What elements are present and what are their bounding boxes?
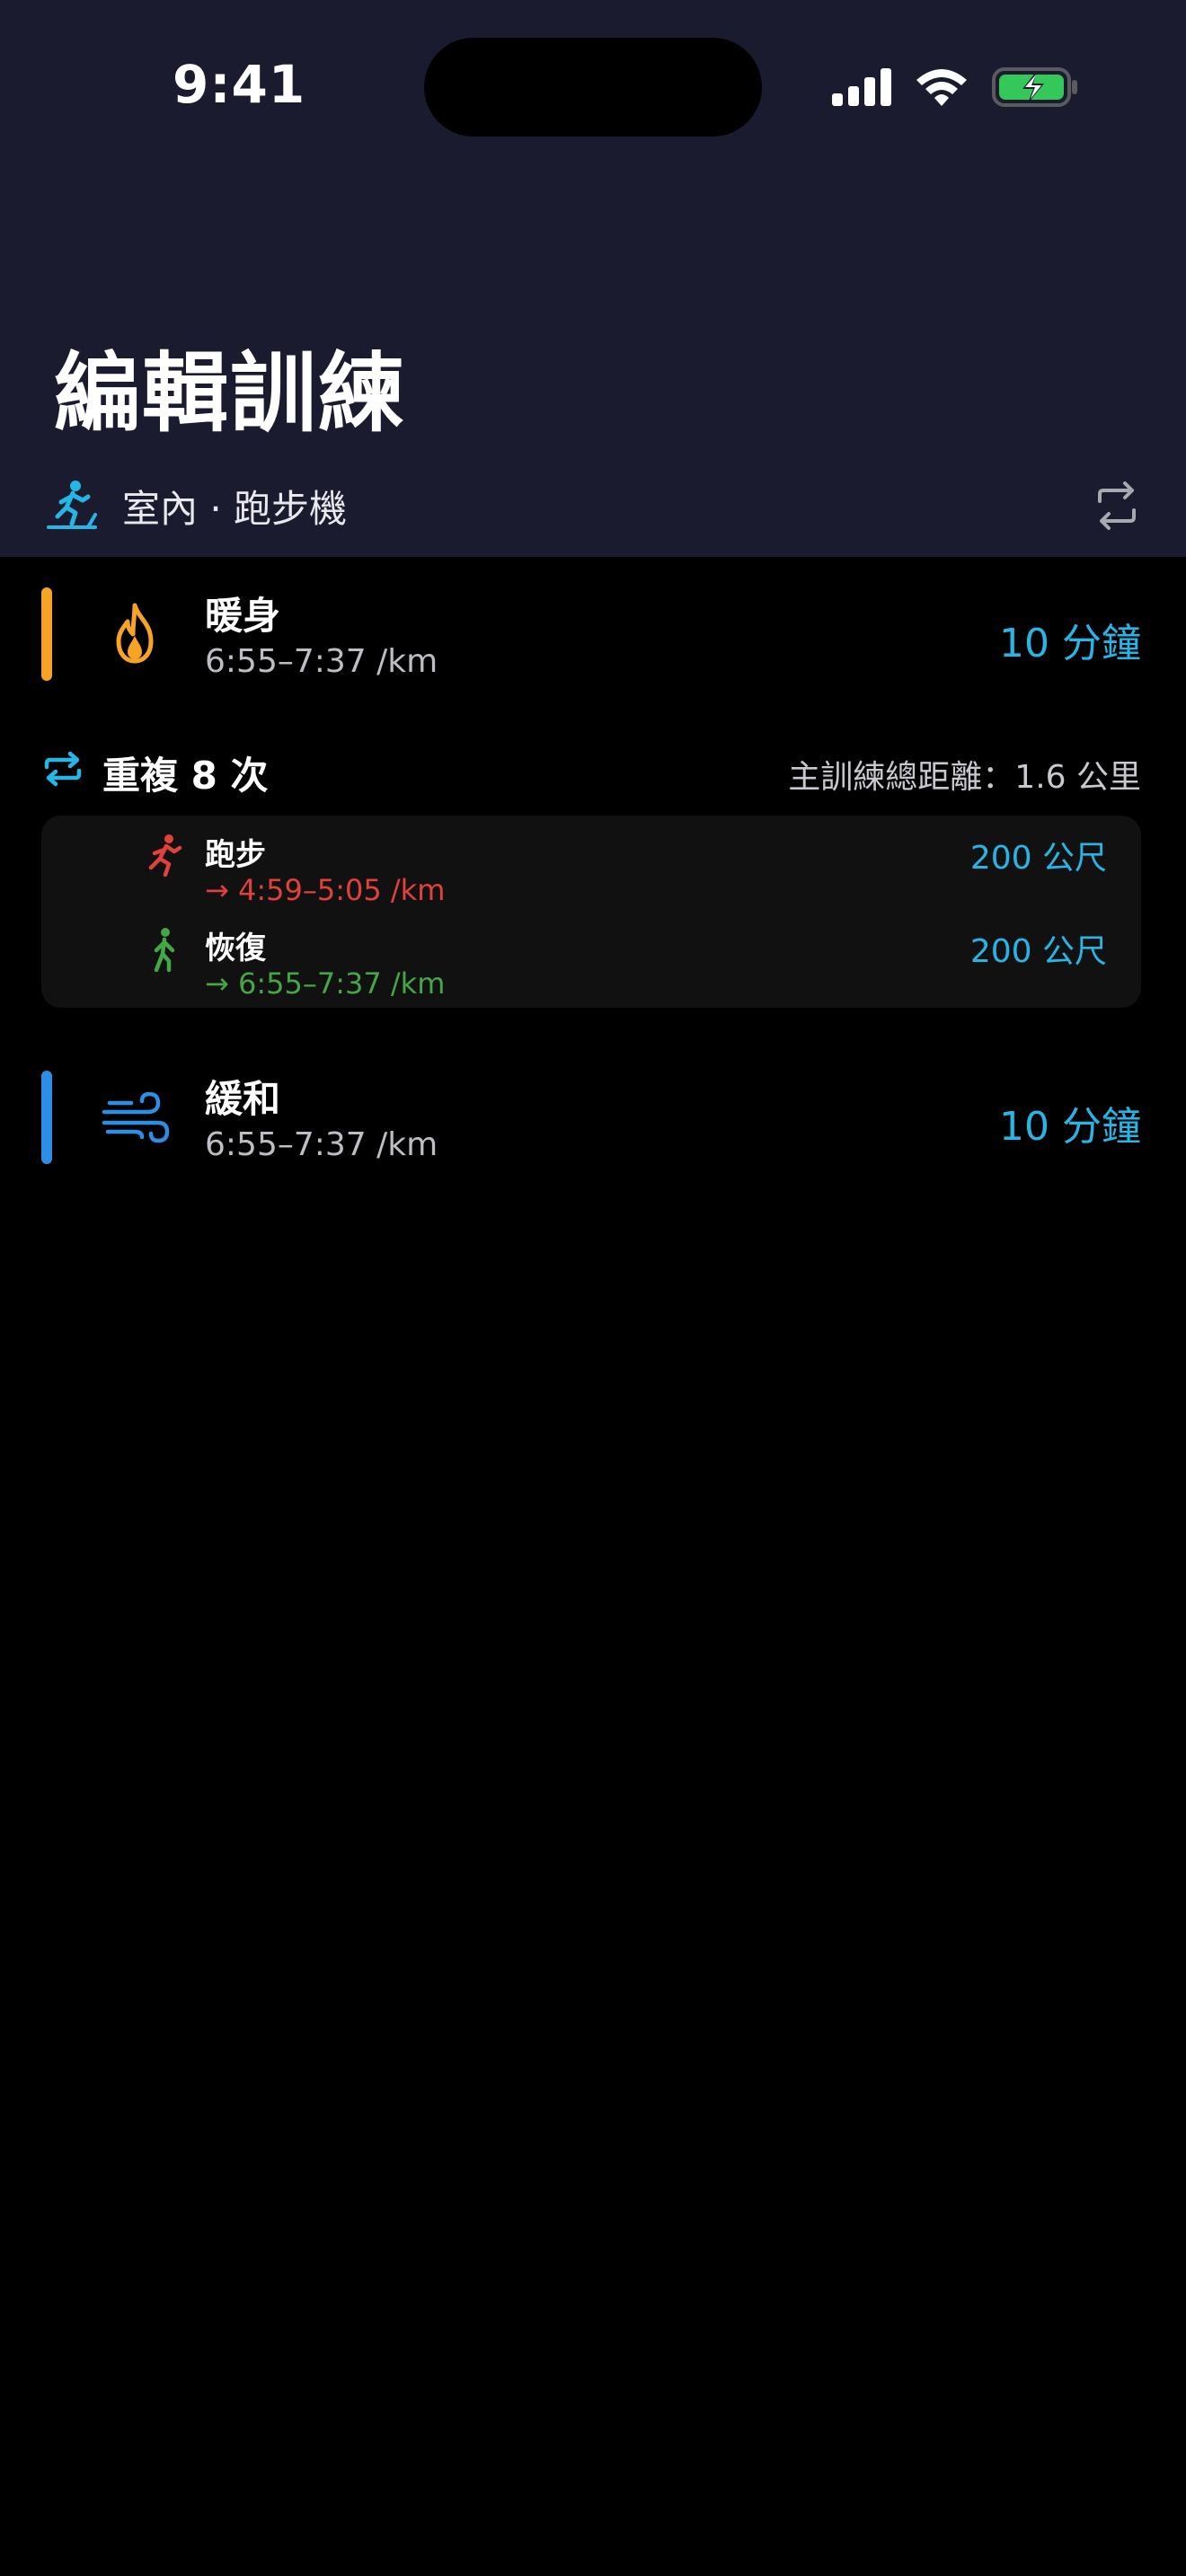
interval-recovery-name: 恢復 — [205, 931, 266, 966]
battery-charging-icon — [992, 67, 1077, 107]
cooldown-step[interactable]: 緩和 6:55–7:37 /km 10 分鐘 — [41, 1071, 1141, 1169]
cooldown-duration[interactable]: 10 分鐘 — [999, 1094, 1141, 1151]
flame-icon — [116, 603, 154, 664]
interval-recovery[interactable]: 恢復 → 6:55–7:37 /km 200 公尺 — [41, 918, 1141, 1008]
cellular-signal-icon — [832, 68, 891, 106]
repeat-total-distance: 主訓練總距離：1.6 公里 — [788, 759, 1141, 796]
repeat-count-label: 重複 8 次 — [102, 754, 269, 798]
interval-run-pace: → 4:59–5:05 /km — [205, 873, 446, 907]
status-time: 9:41 — [173, 54, 306, 115]
wifi-icon — [916, 69, 967, 106]
swap-arrows-icon[interactable] — [1093, 481, 1141, 530]
walking-figure-icon — [154, 928, 175, 972]
environment-label: 室內 · 跑步機 — [122, 486, 348, 531]
cooldown-name: 緩和 — [205, 1077, 281, 1121]
repeat-icon — [44, 751, 82, 787]
interval-recovery-pace: → 6:55–7:37 /km — [205, 966, 446, 1001]
repeat-intervals-box: 跑步 → 4:59–5:05 /km 200 公尺 恢復 → 6:55–7:37… — [41, 816, 1141, 1008]
interval-run-distance[interactable]: 200 公尺 — [970, 832, 1107, 878]
interval-run-name: 跑步 — [205, 837, 266, 873]
wind-icon — [102, 1091, 170, 1143]
page-title: 編輯訓練 — [54, 343, 406, 444]
repeat-header[interactable]: 重複 8 次 主訓練總距離：1.6 公里 — [41, 742, 1141, 799]
environment-selector[interactable]: 室內 · 跑步機 — [45, 474, 1141, 537]
treadmill-icon — [47, 481, 97, 529]
status-icons — [832, 65, 1078, 110]
warmup-pace: 6:55–7:37 /km — [205, 643, 438, 680]
warmup-name: 暖身 — [205, 594, 281, 638]
warmup-duration[interactable]: 10 分鐘 — [999, 611, 1141, 668]
warmup-color-bar — [41, 587, 52, 681]
header: 9:41 編輯訓練 室內 · 跑步機 — [0, 0, 1186, 557]
interval-run[interactable]: 跑步 → 4:59–5:05 /km 200 公尺 — [41, 825, 1141, 914]
dynamic-island — [424, 38, 762, 137]
interval-recovery-distance[interactable]: 200 公尺 — [970, 925, 1107, 972]
warmup-step[interactable]: 暖身 6:55–7:37 /km 10 分鐘 — [41, 587, 1141, 686]
running-figure-icon — [148, 834, 182, 878]
cooldown-pace: 6:55–7:37 /km — [205, 1126, 438, 1163]
cooldown-color-bar — [41, 1071, 52, 1164]
